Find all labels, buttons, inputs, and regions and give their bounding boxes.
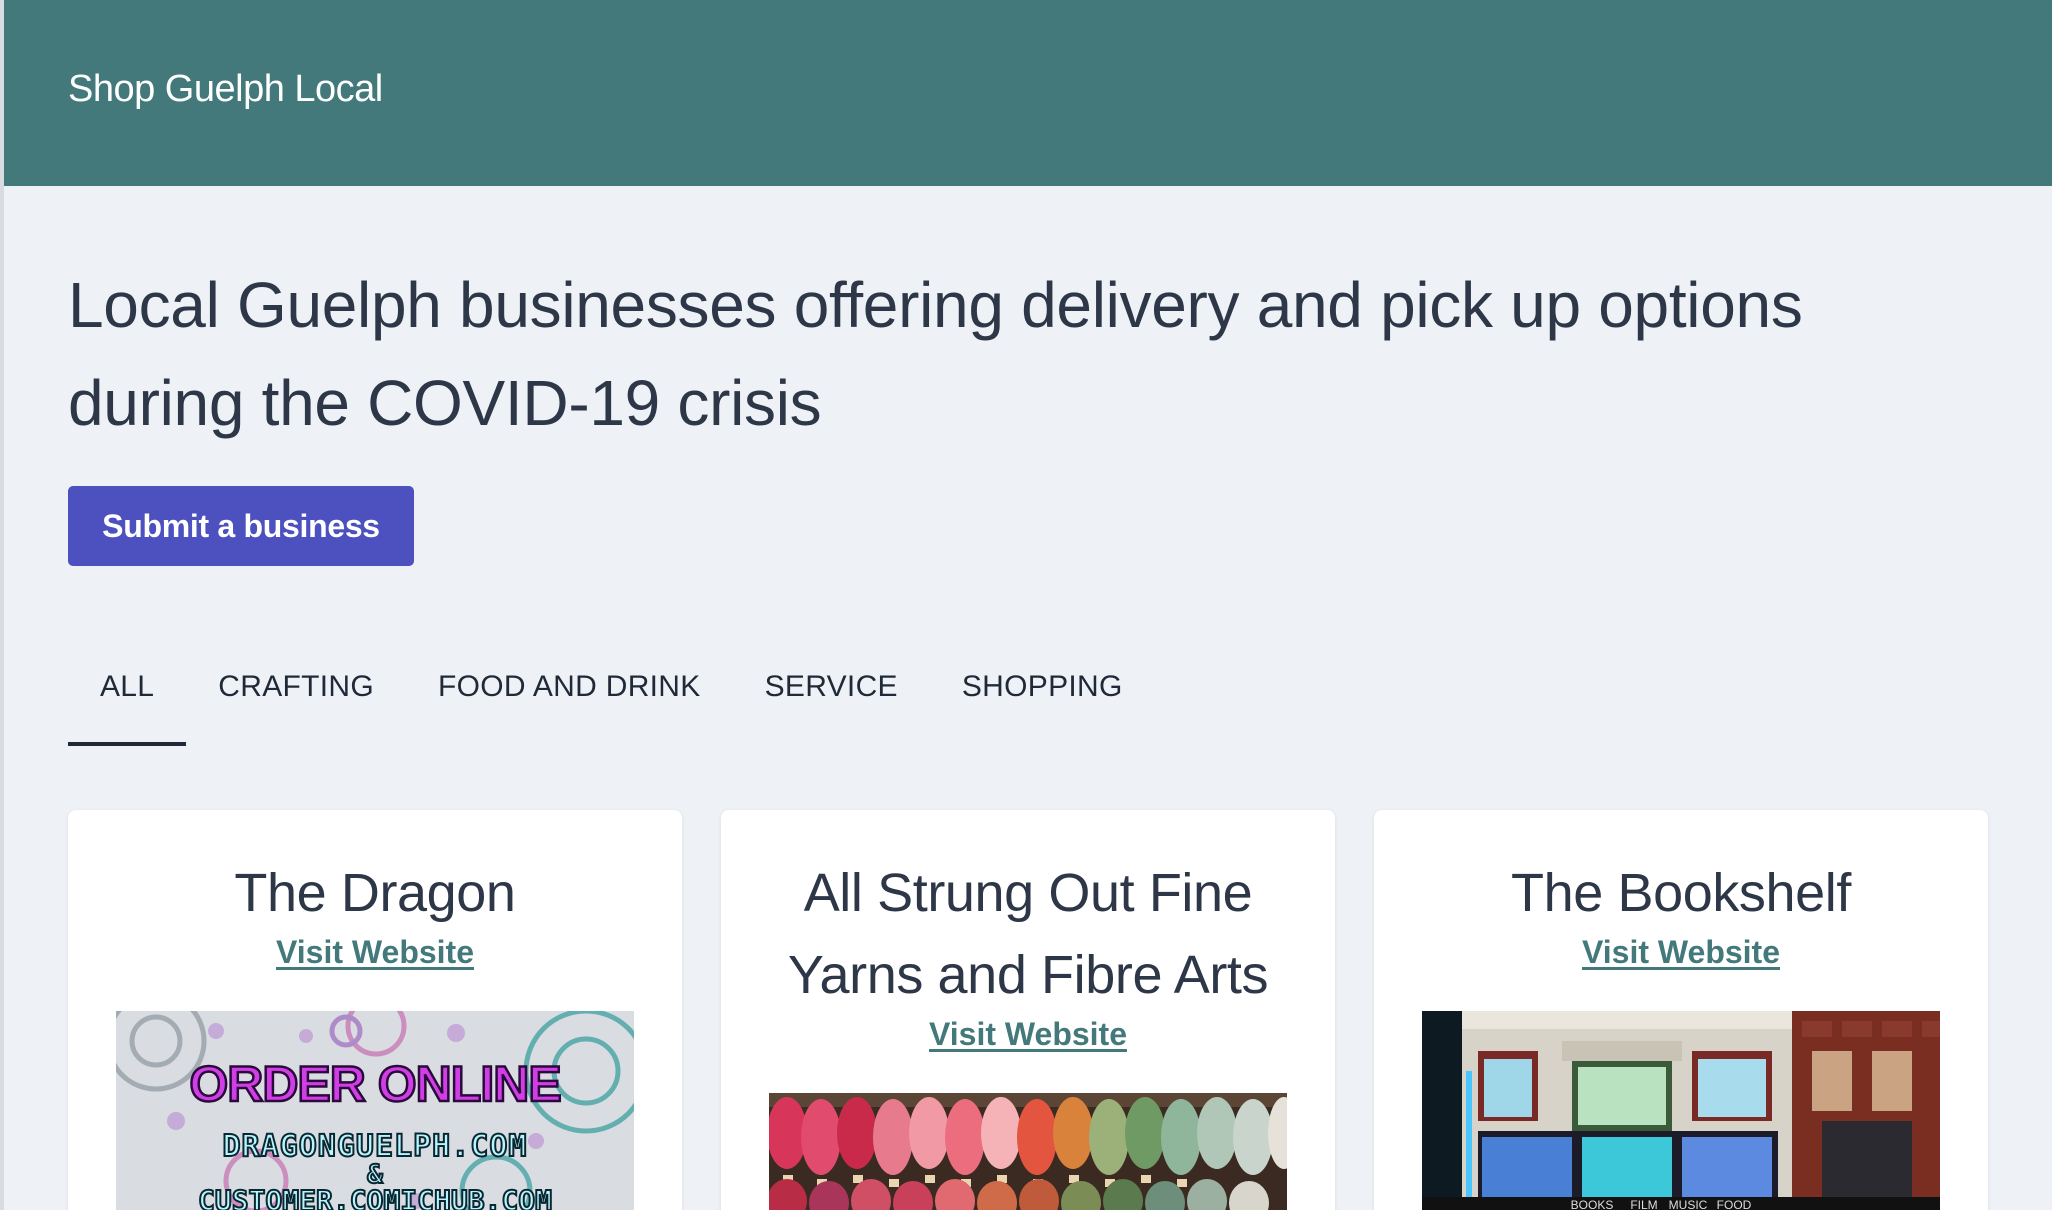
bookshelf-storefront-image: BOOKS FILM MUSIC FOOD	[1422, 1011, 1940, 1210]
tab-shopping[interactable]: SHOPPING	[930, 640, 1155, 746]
category-tabs: ALL CRAFTING FOOD AND DRINK SERVICE SHOP…	[68, 640, 1155, 746]
submit-business-button[interactable]: Submit a business	[68, 486, 414, 566]
business-name: The Dragon	[234, 863, 516, 923]
business-image-dragon[interactable]: ORDER ONLINE DRAGONGUELPH.COM & CUSTOMER…	[116, 1011, 634, 1210]
visit-website-link[interactable]: Visit Website	[276, 934, 474, 971]
business-image-bookshelf[interactable]: BOOKS FILM MUSIC FOOD	[1422, 1011, 1940, 1210]
business-card: All Strung Out Fine Yarns and Fibre Arts…	[721, 810, 1335, 1210]
image-text-dragonguelph: DRAGONGUELPH.COM	[223, 1129, 528, 1164]
page: Shop Guelph Local Local Guelph businesse…	[0, 0, 2052, 1210]
visit-website-link[interactable]: Visit Website	[1582, 934, 1780, 971]
image-text-comichub: CUSTOMER.COMICHUB.COM	[198, 1184, 552, 1210]
storefront-sign-film: FILM	[1630, 1198, 1657, 1210]
tab-all[interactable]: ALL	[68, 640, 187, 746]
business-name: The Bookshelf	[1511, 863, 1851, 923]
business-image-yarn[interactable]	[769, 1093, 1287, 1210]
dragon-order-online-image: ORDER ONLINE DRAGONGUELPH.COM & CUSTOMER…	[116, 1011, 634, 1210]
business-card: The Dragon Visit Website ORDER ONLINE DR…	[68, 810, 682, 1210]
top-navbar: Shop Guelph Local	[4, 0, 2052, 186]
brand-link[interactable]: Shop Guelph Local	[68, 68, 383, 111]
image-text-order-online: ORDER ONLINE	[189, 1056, 560, 1112]
yarn-skeins-image	[769, 1093, 1287, 1210]
storefront-sign-books: BOOKS	[1571, 1198, 1614, 1210]
tab-service[interactable]: SERVICE	[733, 640, 930, 746]
storefront-sign-music: MUSIC	[1669, 1198, 1708, 1210]
page-title: Local Guelph businesses offering deliver…	[68, 269, 1803, 439]
storefront-sign-food: FOOD	[1717, 1198, 1752, 1210]
visit-website-link[interactable]: Visit Website	[929, 1016, 1127, 1053]
tab-crafting[interactable]: CRAFTING	[186, 640, 406, 746]
business-name: All Strung Out Fine Yarns and Fibre Arts	[787, 863, 1269, 1005]
tab-food-and-drink[interactable]: FOOD AND DRINK	[406, 640, 733, 746]
business-card: The Bookshelf Visit Website BOOKS FILM M…	[1374, 810, 1988, 1210]
